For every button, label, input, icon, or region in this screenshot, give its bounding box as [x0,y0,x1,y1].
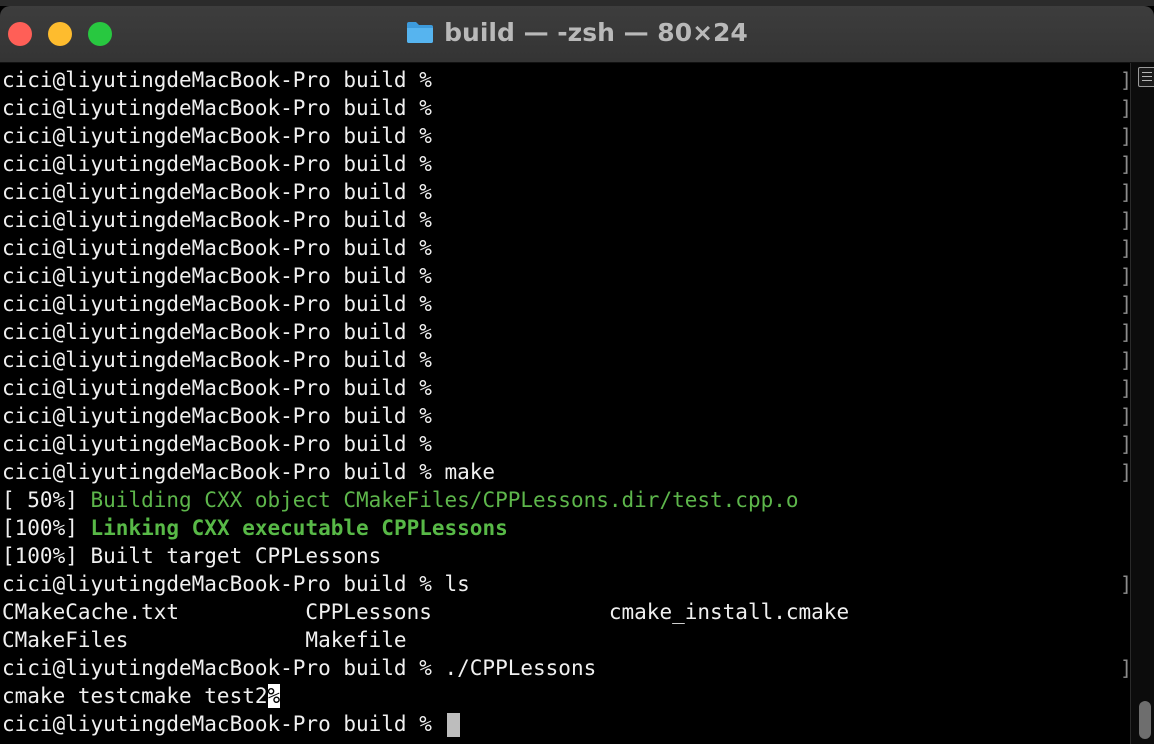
terminal-line-text: [ 50%] [2,488,91,512]
prompt-mark: ] [1120,656,1133,680]
prompt-mark: ] [1120,96,1133,120]
prompt-mark: ] [1120,68,1133,92]
prompt-mark: ] [1120,152,1133,176]
terminal-line-text: cici@liyutingdeMacBook-Pro build % [2,124,432,148]
terminal-line: cmake testcmake test2% [2,682,281,710]
build-status-text: Linking CXX executable CPPLessons [90,516,508,540]
prompt-mark: ] [1120,572,1133,596]
terminal-line: cici@liyutingdeMacBook-Pro build % [2,374,432,402]
terminal-line-text: cici@liyutingdeMacBook-Pro build % [2,152,432,176]
terminal-line-text: cici@liyutingdeMacBook-Pro build % [2,236,432,260]
terminal-line: cici@liyutingdeMacBook-Pro build % [2,234,432,262]
terminal-line: cici@liyutingdeMacBook-Pro build % [2,66,432,94]
no-newline-marker: % [267,684,281,708]
scrollbar-thumb[interactable] [1139,701,1151,739]
prompt-mark: ] [1120,292,1133,316]
terminal-line-text: cici@liyutingdeMacBook-Pro build % [2,348,432,372]
terminal-line: cici@liyutingdeMacBook-Pro build % [2,178,432,206]
terminal-line-text: cici@liyutingdeMacBook-Pro build % [2,712,445,736]
terminal-line: cici@liyutingdeMacBook-Pro build % [2,122,432,150]
build-status-text: Building CXX object CMakeFiles/CPPLesson… [90,488,799,512]
terminal-line-text: [100%] [2,516,91,540]
prompt-mark: ] [1120,460,1133,484]
terminal-line-text: cici@liyutingdeMacBook-Pro build % [2,376,432,400]
terminal-line: cici@liyutingdeMacBook-Pro build % ./CPP… [2,654,596,682]
prompt-mark: ] [1120,124,1133,148]
terminal-line: cici@liyutingdeMacBook-Pro build % [2,206,432,234]
terminal-line-text: cici@liyutingdeMacBook-Pro build % [2,320,432,344]
prompt-mark: ] [1120,180,1133,204]
prompt-mark: ] [1120,320,1133,344]
terminal-line-text: cmake testcmake test2 [2,684,268,708]
terminal-window: build — -zsh — 80×24 cici@liyutingdeMacB… [0,0,1154,744]
window-title-text: build — -zsh — 80×24 [444,18,748,47]
terminal-line: [ 50%] Building CXX object CMakeFiles/CP… [2,486,799,514]
terminal-line: cici@liyutingdeMacBook-Pro build % [2,402,432,430]
terminal-line: cici@liyutingdeMacBook-Pro build % [2,290,432,318]
terminal-line: cici@liyutingdeMacBook-Pro build % [2,430,432,458]
terminal-line-text: cici@liyutingdeMacBook-Pro build % [2,404,432,428]
prompt-mark: ] [1120,236,1133,260]
terminal-line-text: cici@liyutingdeMacBook-Pro build % [2,432,432,456]
terminal-line-text: cici@liyutingdeMacBook-Pro build % [2,180,432,204]
terminal-line-text: cici@liyutingdeMacBook-Pro build % ./CPP… [2,656,597,680]
terminal-line-text: cici@liyutingdeMacBook-Pro build % [2,68,432,92]
prompt-mark: ] [1120,404,1133,428]
terminal-line: cici@liyutingdeMacBook-Pro build % [2,710,460,738]
prompt-mark: ] [1120,264,1133,288]
terminal-line-text: CMakeFiles Makefile [2,628,407,652]
terminal-line-text: cici@liyutingdeMacBook-Pro build % [2,208,432,232]
terminal-line: CMakeCache.txt CPPLessons cmake_install.… [2,598,849,626]
terminal-line-text: cici@liyutingdeMacBook-Pro build % ls [2,572,470,596]
terminal-line-text: [100%] Built target CPPLessons [2,544,382,568]
terminal-line: cici@liyutingdeMacBook-Pro build % [2,318,432,346]
prompt-mark: ] [1120,348,1133,372]
terminal-line: cici@liyutingdeMacBook-Pro build % [2,94,432,122]
terminal-line-text: cici@liyutingdeMacBook-Pro build % [2,264,432,288]
prompt-mark: ] [1120,376,1133,400]
terminal-line: cici@liyutingdeMacBook-Pro build % make [2,458,495,486]
terminal-line: cici@liyutingdeMacBook-Pro build % [2,346,432,374]
terminal-line-text: CMakeCache.txt CPPLessons cmake_install.… [2,600,850,624]
prompt-mark: ] [1120,432,1133,456]
terminal-line: cici@liyutingdeMacBook-Pro build % ls [2,570,470,598]
window-title: build — -zsh — 80×24 [0,18,1154,48]
scrollbar[interactable] [1130,63,1154,744]
terminal-line: CMakeFiles Makefile [2,626,407,654]
terminal-line-text: cici@liyutingdeMacBook-Pro build % make [2,460,496,484]
folder-icon [407,22,434,43]
prompt-mark: ] [1120,208,1133,232]
title-bar[interactable]: build — -zsh — 80×24 [0,6,1154,63]
terminal-line: cici@liyutingdeMacBook-Pro build % [2,262,432,290]
text-cursor [446,713,460,737]
terminal-line: [100%] Linking CXX executable CPPLessons [2,514,508,542]
terminal-line-text: cici@liyutingdeMacBook-Pro build % [2,292,432,316]
terminal-line-text: cici@liyutingdeMacBook-Pro build % [2,96,432,120]
terminal-line: cici@liyutingdeMacBook-Pro build % [2,150,432,178]
marks-list-icon[interactable] [1138,67,1154,87]
terminal-output[interactable]: cici@liyutingdeMacBook-Pro build %] cici@… [0,63,1133,744]
terminal-line: [100%] Built target CPPLessons [2,542,381,570]
